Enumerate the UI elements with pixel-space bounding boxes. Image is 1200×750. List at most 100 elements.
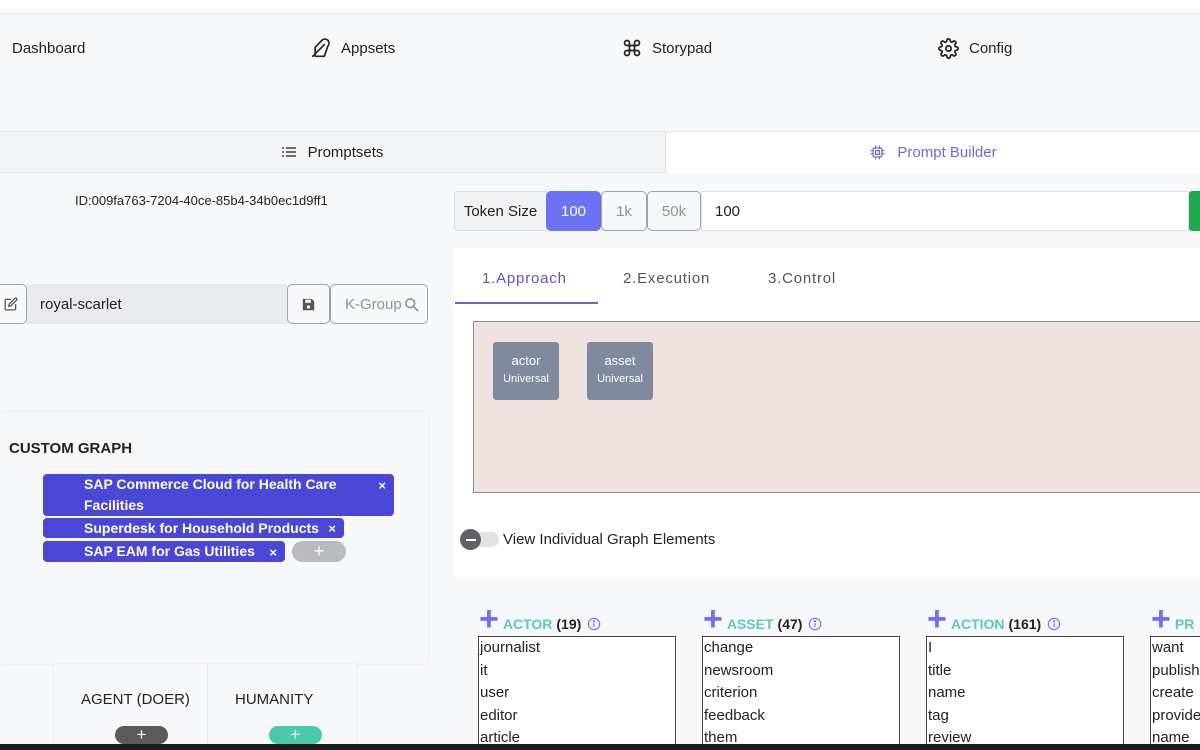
tab-prompt-builder-label: Prompt Builder [897, 144, 997, 161]
nav-config-label: Config [969, 39, 1013, 57]
tab-prompt-builder[interactable]: Prompt Builder [667, 131, 1200, 173]
subtab-execution[interactable]: 2.Execution [623, 270, 710, 287]
category-count: (19) [556, 616, 582, 632]
confirm-button-edge[interactable] [1189, 191, 1200, 231]
info-icon[interactable] [587, 617, 601, 631]
info-icon[interactable] [808, 617, 822, 631]
token-option-1k[interactable]: 1k [601, 191, 647, 231]
graph-chip[interactable]: SAP EAM for Gas Utilities × [43, 541, 285, 562]
node-scope: Universal [597, 373, 643, 385]
agent-add-button[interactable]: + [115, 725, 168, 744]
graph-chip-label: SAP Commerce Cloud for Health Care Facil… [84, 476, 337, 513]
actor-list[interactable]: journalist it user editor article [478, 636, 676, 750]
tab-promptsets-label: Promptsets [307, 143, 384, 161]
list-item[interactable]: it [479, 660, 675, 683]
floppy-disk-icon [302, 298, 315, 310]
edit-icon [4, 297, 18, 311]
remove-chip-icon[interactable]: × [269, 542, 277, 563]
list-item[interactable]: create [1151, 682, 1200, 705]
remove-chip-icon[interactable]: × [378, 475, 386, 496]
category-count: (47) [777, 616, 803, 632]
cpu-icon [871, 145, 885, 160]
category-header-actor: + ACTOR (19) [479, 602, 601, 636]
category-header-action: + ACTION (161) [927, 602, 1061, 636]
nav-appsets-label: Appsets [341, 39, 396, 57]
list-item[interactable]: publish [1151, 660, 1200, 683]
list-item[interactable]: name [927, 682, 1123, 705]
list-icon [281, 147, 296, 157]
category-header-asset: + ASSET (47) [703, 602, 822, 636]
category-name: ACTOR [502, 616, 553, 632]
category-name: PR [1174, 616, 1195, 632]
feather-icon [311, 38, 330, 58]
list-item[interactable]: tag [927, 705, 1123, 728]
node-scope: Universal [503, 373, 549, 385]
token-size-input[interactable]: 100 [701, 191, 1189, 231]
bottom-edge [0, 744, 1200, 750]
promptset-name-input[interactable]: royal-scarlet [27, 284, 287, 324]
add-asset-icon[interactable]: + [703, 602, 723, 636]
nav-dashboard-label: Dashboard [12, 39, 86, 57]
graph-chip[interactable]: Superdesk for Household Products × [43, 518, 344, 538]
nav-appsets[interactable]: Appsets [311, 14, 395, 82]
remove-chip-icon[interactable]: × [328, 519, 336, 539]
add-action-icon[interactable]: + [927, 602, 947, 636]
graph-chip[interactable]: SAP Commerce Cloud for Health Care Facil… [43, 474, 394, 516]
graph-drop-area[interactable] [473, 321, 1200, 493]
gear-icon [938, 37, 959, 59]
kgroup-label: K-Group [345, 295, 402, 313]
nav-storypad[interactable]: Storypad [622, 14, 712, 82]
token-option-50k[interactable]: 50k [647, 191, 701, 231]
graph-chip-label: Superdesk for Household Products [84, 520, 319, 536]
list-item[interactable]: feedback [703, 705, 899, 728]
graph-node-actor[interactable]: actor Universal [493, 342, 559, 400]
save-button[interactable] [287, 284, 330, 324]
category-count: (161) [1008, 616, 1042, 632]
category-header-partial: + PR [1151, 602, 1195, 636]
list-item[interactable]: title [927, 660, 1123, 683]
info-icon[interactable] [1047, 617, 1061, 631]
custom-graph-title: CUSTOM GRAPH [9, 440, 133, 457]
add-chip-button[interactable]: + [292, 541, 346, 562]
nav-config[interactable]: Config [938, 14, 1012, 82]
list-item[interactable]: user [479, 682, 675, 705]
top-nav: Dashboard Appsets Storypad Config [0, 13, 1200, 81]
list-item[interactable]: journalist [479, 637, 675, 660]
action-list[interactable]: I title name tag review [926, 636, 1124, 750]
toggle-label: View Individual Graph Elements [503, 531, 716, 548]
graph-node-asset[interactable]: asset Universal [587, 342, 653, 400]
node-name: actor [511, 353, 541, 368]
graph-chip-label: SAP EAM for Gas Utilities [84, 543, 255, 559]
token-option-100[interactable]: 100 [546, 191, 601, 231]
token-size-label: Token Size [454, 191, 547, 231]
tab-promptsets[interactable]: Promptsets [0, 131, 666, 173]
kgroup-search-button[interactable]: K-Group [330, 284, 428, 324]
list-item[interactable]: newsroom [703, 660, 899, 683]
edit-button[interactable] [0, 284, 27, 324]
partial-list[interactable]: want publish create provide name [1150, 636, 1200, 750]
agent-card-title: AGENT (DOER) [81, 691, 190, 708]
list-item[interactable]: change [703, 637, 899, 660]
nav-dashboard[interactable]: Dashboard [12, 14, 85, 82]
humanity-card-title: HUMANITY [235, 691, 314, 708]
humanity-add-button[interactable]: + [269, 725, 322, 744]
node-name: asset [604, 353, 636, 368]
promptset-id: ID:009fa763-7204-40ce-85b4-34b0ec1d9ff1 [75, 193, 328, 208]
category-name: ACTION [950, 616, 1005, 632]
asset-list[interactable]: change newsroom criterion feedback them [702, 636, 900, 750]
list-item[interactable]: editor [479, 705, 675, 728]
list-item[interactable]: criterion [703, 682, 899, 705]
subtab-approach[interactable]: 1.Approach [482, 270, 567, 287]
list-item[interactable]: provide [1151, 705, 1200, 728]
add-category-icon[interactable]: + [1151, 602, 1171, 636]
active-subtab-indicator [455, 302, 598, 304]
add-actor-icon[interactable]: + [479, 602, 499, 636]
nav-storypad-label: Storypad [652, 39, 713, 57]
subtab-control[interactable]: 3.Control [768, 270, 836, 287]
toggle-knob[interactable] [460, 529, 481, 550]
category-name: ASSET [726, 616, 774, 632]
search-icon [404, 297, 419, 312]
command-icon [623, 39, 641, 57]
list-item[interactable]: I [927, 637, 1123, 660]
list-item[interactable]: want [1151, 637, 1200, 660]
